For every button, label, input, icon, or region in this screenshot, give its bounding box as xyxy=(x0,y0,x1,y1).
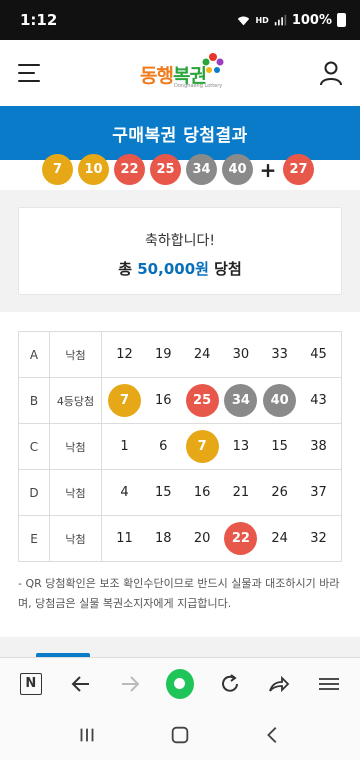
picked-number: 20 xyxy=(193,531,211,546)
picked-number: 43 xyxy=(310,393,327,408)
status-right: HD 100% xyxy=(237,13,346,28)
battery-icon xyxy=(337,13,346,27)
game-label: A xyxy=(18,331,50,378)
game-numbers: 1 6 7 13 15 38 xyxy=(101,423,342,470)
winning-ball: 34 xyxy=(186,154,217,185)
result-row: B 4등당첨 7 16 25 34 40 43 xyxy=(18,377,342,424)
matched-number: 25 xyxy=(185,384,219,417)
winning-ball: 22 xyxy=(114,154,145,185)
picked-number: 6 xyxy=(159,439,168,454)
share-icon[interactable] xyxy=(265,670,293,698)
result-row: E 낙첨 11 18 20 22 24 32 xyxy=(18,515,342,562)
recent-apps-icon[interactable] xyxy=(72,720,102,750)
user-profile-icon[interactable] xyxy=(318,60,344,86)
result-row: C 낙첨 1 6 7 13 15 38 xyxy=(18,423,342,470)
congrats-card: 축하합니다! 총 50,000원 당첨 xyxy=(18,207,342,295)
picked-number: 24 xyxy=(271,531,288,546)
picked-number: 19 xyxy=(155,347,172,362)
picked-number: 1 xyxy=(120,439,129,454)
game-label: E xyxy=(18,515,50,562)
status-time: 1:12 xyxy=(20,11,58,29)
picked-number: 24 xyxy=(193,347,211,362)
donghaeng-lottery-logo[interactable]: 동행복권 Donghaeng Lottery xyxy=(140,52,230,94)
game-numbers: 4 15 16 21 26 37 xyxy=(101,469,342,516)
game-numbers: 12 19 24 30 33 45 xyxy=(101,331,342,378)
picked-number: 33 xyxy=(271,347,288,362)
picked-number: 4 xyxy=(120,485,129,500)
refresh-icon[interactable] xyxy=(216,670,244,698)
picked-number: 16 xyxy=(193,485,211,500)
picked-number: 32 xyxy=(310,531,327,546)
matched-number: 22 xyxy=(224,522,258,555)
network-label: HD xyxy=(255,15,269,25)
picked-number: 45 xyxy=(310,347,327,362)
picked-number: 15 xyxy=(271,439,288,454)
game-label: B xyxy=(18,377,50,424)
game-result: 낙첨 xyxy=(49,469,102,516)
game-label: C xyxy=(18,423,50,470)
home-green-icon[interactable] xyxy=(165,668,194,699)
wifi-icon xyxy=(238,16,250,25)
system-nav-bar xyxy=(0,709,360,760)
back-icon[interactable] xyxy=(258,720,288,750)
picked-number: 37 xyxy=(310,485,327,500)
signal-icon xyxy=(274,14,287,25)
back-arrow-icon[interactable] xyxy=(67,670,95,698)
winning-numbers-strip: 7 10 22 25 34 40 +27 xyxy=(0,154,360,190)
matched-number: 40 xyxy=(263,384,297,417)
more-menu-icon[interactable] xyxy=(315,670,343,698)
picked-number: 13 xyxy=(232,439,250,454)
picked-number: 38 xyxy=(310,439,327,454)
matched-number: 7 xyxy=(185,430,219,463)
game-result: 낙첨 xyxy=(49,331,102,378)
picked-number: 18 xyxy=(155,531,172,546)
logo-subtitle: Donghaeng Lottery xyxy=(174,83,223,89)
winning-ball: 40 xyxy=(222,154,253,185)
hamburger-menu-icon[interactable] xyxy=(18,64,40,82)
matched-number: 34 xyxy=(224,384,258,417)
result-row: A 낙첨 12 19 24 30 33 45 xyxy=(18,331,342,378)
forward-arrow-icon[interactable] xyxy=(116,670,144,698)
below-content-strip xyxy=(0,637,360,657)
result-row: D 낙첨 4 15 16 21 26 37 xyxy=(18,469,342,516)
prize-suffix: 당첨 xyxy=(214,260,242,278)
bonus-ball: 27 xyxy=(283,154,314,185)
home-icon[interactable] xyxy=(165,720,195,750)
qr-notice: - QR 당첨확인은 보조 확인수단이므로 반드시 실물과 대조하시기 바라며,… xyxy=(18,577,340,610)
picked-number: 11 xyxy=(116,531,133,546)
prize-amount: 50,000원 xyxy=(137,260,209,278)
battery-percent: 100% xyxy=(291,12,332,28)
logo-flower-icon xyxy=(202,53,224,73)
picked-number: 15 xyxy=(155,485,172,500)
n-tab-icon[interactable]: N xyxy=(17,670,45,698)
results-section: A 낙첨 12 19 24 30 33 45 B 4등당첨 7 16 25 34 40 43 C 낙첨 1 6 7 13 1… xyxy=(0,312,360,637)
picked-number: 21 xyxy=(232,485,250,500)
picked-number: 12 xyxy=(116,347,133,362)
app-header: 동행복권 Donghaeng Lottery xyxy=(0,40,360,106)
page-title-bar: 구매복권 당첨결과 xyxy=(0,106,360,160)
picked-number: 26 xyxy=(271,485,288,500)
status-bar: 1:12 HD 100% xyxy=(0,0,360,40)
picked-number: 16 xyxy=(155,393,172,408)
game-result: 낙첨 xyxy=(49,515,102,562)
prize-summary: 총 50,000원 당첨 xyxy=(19,258,341,279)
matched-number: 7 xyxy=(108,384,141,417)
browser-toolbar: N xyxy=(0,657,360,709)
picked-number: 30 xyxy=(232,347,250,362)
congrats-message: 축하합니다! xyxy=(144,233,215,249)
game-result: 4등당첨 xyxy=(49,377,102,424)
game-numbers: 11 18 20 22 24 32 xyxy=(101,515,342,562)
game-result: 낙첨 xyxy=(49,423,102,470)
results-table: A 낙첨 12 19 24 30 33 45 B 4등당첨 7 16 25 34 40 43 C 낙첨 1 6 7 13 1… xyxy=(18,331,342,562)
game-label: D xyxy=(18,469,50,516)
bonus-plus-sign: + xyxy=(259,157,277,182)
winning-ball: 10 xyxy=(78,154,109,185)
prize-prefix: 총 xyxy=(118,260,133,278)
page-title: 구매복권 당첨결과 xyxy=(112,125,248,146)
game-numbers: 7 16 25 34 40 43 xyxy=(101,377,342,424)
winning-numbers: 7 10 22 25 34 40 +27 xyxy=(42,154,314,185)
winning-ball: 25 xyxy=(150,154,181,185)
winning-ball: 7 xyxy=(42,154,73,185)
